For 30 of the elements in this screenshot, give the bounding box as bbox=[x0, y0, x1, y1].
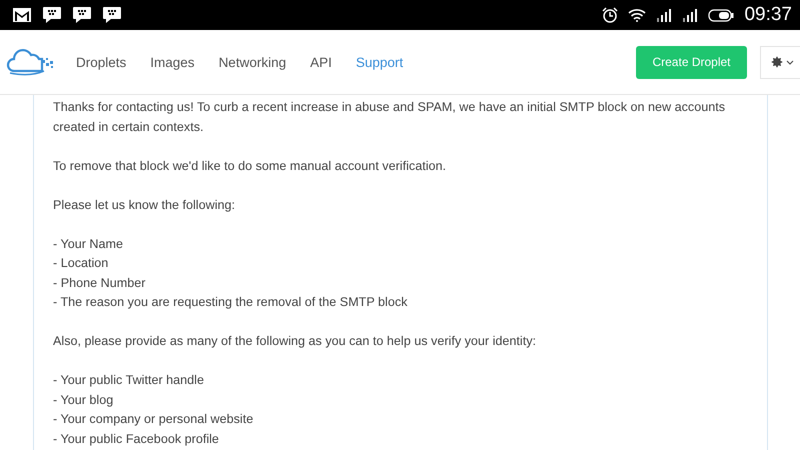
list-item: - Your company or personal website bbox=[53, 411, 254, 428]
list-item: - Your public Facebook profile bbox=[53, 430, 220, 448]
list-item: - The reason you are requesting the removal of the SMTP block bbox=[53, 294, 408, 311]
message-paragraph: Thanks for contacting us! To curb a recent increase in abuse and SPAM, we have an initial SMTP block on new accounts created in certain contexts. bbox=[53, 99, 726, 136]
list-item: - Location bbox=[53, 255, 110, 272]
list-item: - Your Name bbox=[53, 236, 124, 252]
battery-icon bbox=[708, 8, 734, 22]
signal-icon bbox=[682, 8, 698, 22]
nav-link[interactable]: API bbox=[310, 54, 332, 70]
nav-link[interactable]: Images bbox=[150, 54, 195, 70]
signal-icon bbox=[656, 8, 672, 22]
nav-link[interactable]: Networking bbox=[218, 54, 286, 70]
chat-icon bbox=[102, 6, 122, 24]
alarm-icon bbox=[602, 7, 618, 23]
message-paragraph: To remove that block we'd like to do some manual account verification. bbox=[53, 158, 448, 174]
message-paragraph: Please let us know the following: bbox=[53, 196, 236, 214]
settings-button[interactable] bbox=[760, 46, 800, 78]
chat-icon bbox=[42, 6, 62, 24]
clock-time: 09:37 bbox=[744, 4, 792, 26]
cloud-logo bbox=[6, 47, 56, 77]
list-item: - Your blog bbox=[53, 392, 114, 409]
settings-icon bbox=[770, 55, 784, 69]
message-paragraph: Also, please provide as many of the following as you can to help us verify your identity: bbox=[53, 333, 538, 350]
list-item: - Phone Number bbox=[53, 274, 146, 292]
list-item: - Your public Twitter handle bbox=[53, 372, 205, 389]
mail-icon bbox=[12, 7, 32, 23]
nav-link[interactable]: Droplets bbox=[76, 54, 126, 70]
caret-icon bbox=[786, 60, 794, 64]
wifi-icon bbox=[628, 8, 646, 22]
chat-icon bbox=[72, 6, 92, 24]
